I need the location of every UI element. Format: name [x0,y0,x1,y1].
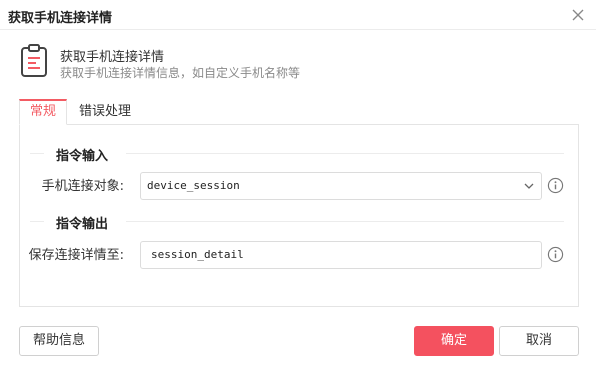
tab-bar: 常规 错误处理 [19,99,579,125]
section-divider [126,153,564,154]
section-title-output: 指令输出 [56,217,109,232]
chevron-down-icon[interactable] [523,180,535,192]
section-divider [30,153,44,154]
clipboard-icon [21,44,47,77]
help-button[interactable]: 帮助信息 [19,326,99,356]
dialog-titlebar: 获取手机连接详情 [0,0,596,30]
dialog-title: 获取手机连接详情 [8,11,113,26]
output-variable-value: session_detail [151,248,244,261]
device-select-value: device_session [147,179,240,192]
device-select[interactable]: device_session [140,172,542,200]
command-header: 获取手机连接详情 获取手机连接详情信息，如自定义手机名称等 [20,44,580,84]
ok-button[interactable]: 确定 [414,326,494,356]
section-title-input: 指令输入 [56,149,109,164]
close-icon[interactable] [568,5,588,25]
tab-error-handling[interactable]: 错误处理 [79,99,131,125]
section-divider [126,221,564,222]
output-variable-input[interactable]: session_detail [140,241,542,269]
device-label: 手机连接对象: [41,179,124,194]
command-description: 获取手机连接详情信息，如自定义手机名称等 [60,66,301,80]
command-title: 获取手机连接详情 [60,50,165,65]
output-label: 保存连接详情至: [28,248,124,263]
tab-general[interactable]: 常规 [19,99,67,125]
info-icon[interactable] [547,246,564,263]
info-icon[interactable] [547,177,564,194]
cancel-button[interactable]: 取消 [499,326,579,356]
section-divider [30,221,44,222]
